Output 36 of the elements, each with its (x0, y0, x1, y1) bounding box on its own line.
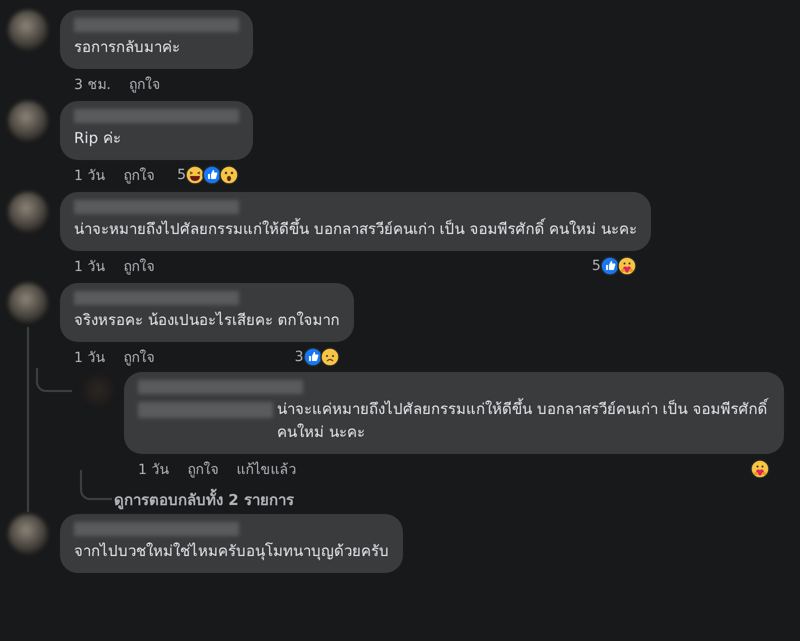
comment-text: จากไปบวชใหม่ใช่ไหมครับอนุโมทนาบุญด้วยครับ (74, 541, 389, 562)
comment-text: น่าจะแค่หมายถึงไปศัลยกรรมแก่ให้ดีขึ้น บอกลาสรวีย์คนเก่า เป็น จอมพีรศักดิ์ คนใหม่ นะคะ (277, 398, 770, 443)
thread-line (36, 368, 72, 392)
reaction-count[interactable]: 5 (177, 167, 186, 183)
like-link[interactable]: ถูกใจ (187, 458, 218, 480)
like-reaction-icon[interactable] (302, 347, 323, 367)
like-link[interactable]: ถูกใจ (123, 164, 154, 186)
like-link[interactable]: ถูกใจ (128, 73, 160, 95)
avatar[interactable] (8, 10, 48, 50)
reaction-count[interactable]: 3 (294, 349, 304, 365)
view-replies-link[interactable]: ดูการตอบกลับทั้ง 2 รายการ (114, 488, 294, 512)
sad-reaction-icon[interactable] (320, 347, 340, 367)
timestamp[interactable]: 1 วัน (74, 255, 106, 277)
timestamp[interactable]: 1 วัน (74, 346, 106, 368)
care-reaction-icon[interactable] (750, 459, 770, 479)
reaction-count[interactable]: 5 (592, 258, 601, 274)
comment-text: น่าจะหมายถึงไปศัลยกรรมแก่ให้ดีขึ้น บอกลาสรวีย์คนเก่า เป็น จอมพีรศักดิ์ คนใหม่ นะคะ (74, 218, 637, 240)
avatar[interactable] (8, 192, 48, 232)
timestamp[interactable]: 1 วัน (138, 458, 170, 480)
haha-reaction-icon[interactable] (185, 165, 205, 185)
comment-text: รอการกลับมาค่ะ (74, 37, 181, 58)
thread-line (80, 470, 112, 500)
comment-text: Rip ค่ะ (74, 128, 122, 149)
timestamp[interactable]: 3 ชม. (74, 73, 111, 95)
like-reaction-icon[interactable] (202, 165, 222, 185)
like-reaction-icon[interactable] (600, 256, 620, 276)
like-link[interactable]: ถูกใจ (123, 346, 154, 368)
timestamp[interactable]: 1 วัน (74, 164, 106, 186)
comment-text: จริงหรอคะ น้องเปนอะไรเสียคะ ตกใจมาก (74, 310, 340, 331)
wow-reaction-icon[interactable] (219, 165, 239, 185)
like-link[interactable]: ถูกใจ (123, 255, 154, 277)
care-reaction-icon[interactable] (616, 256, 637, 276)
avatar[interactable] (8, 514, 48, 554)
avatar[interactable] (8, 101, 48, 141)
edited-label: แก้ไขแล้ว (236, 460, 296, 480)
avatar[interactable] (8, 283, 48, 323)
